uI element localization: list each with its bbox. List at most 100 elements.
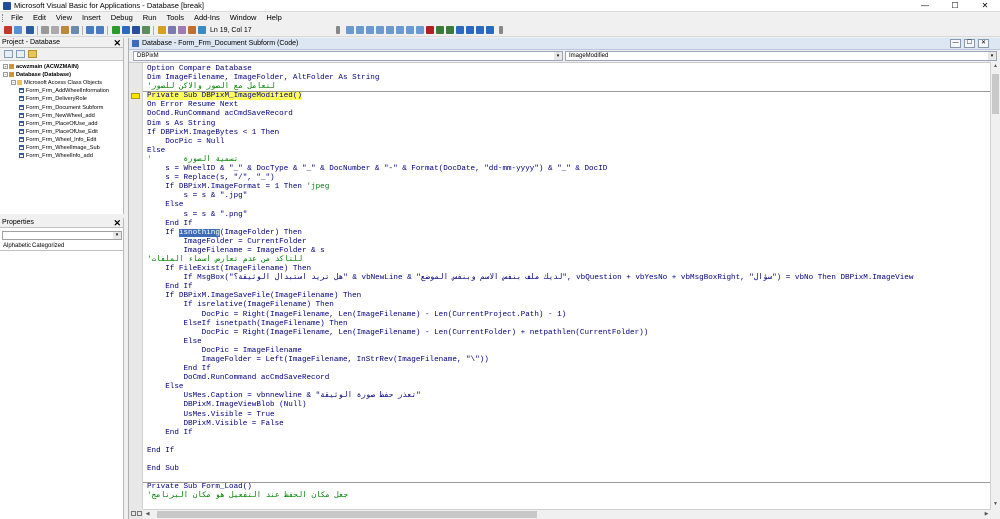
tree-item[interactable]: Form_Frm_Document Subform — [19, 105, 103, 112]
code-restore-button[interactable]: ☐ — [964, 39, 975, 48]
procedure-view-icon[interactable] — [131, 511, 136, 516]
scroll-up-icon[interactable]: ▲ — [991, 62, 1000, 71]
tree-item[interactable]: Form_Frm_WheelImage_Sub — [19, 145, 100, 152]
code-line: If DBPixM.ImageSaveFile(ImageFilename) T… — [147, 292, 991, 301]
menu-run[interactable]: Run — [139, 12, 161, 24]
tree-item-label: Form_Frm_AddWheelInformation — [26, 88, 110, 95]
scroll-right-icon[interactable]: ▶ — [982, 510, 991, 519]
undo-icon[interactable] — [86, 26, 94, 34]
next-bookmark-icon[interactable] — [466, 26, 474, 34]
help-icon[interactable] — [198, 26, 206, 34]
close-button[interactable]: ✕ — [970, 0, 1000, 12]
scrollbar-thumb[interactable] — [992, 74, 999, 114]
parameter-info-icon[interactable] — [386, 26, 394, 34]
breakpoint-margin[interactable] — [129, 63, 143, 509]
minimize-button[interactable]: — — [910, 0, 940, 12]
uncomment-block-icon[interactable] — [446, 26, 454, 34]
menu-add-ins[interactable]: Add-Ins — [190, 12, 224, 24]
clear-bookmarks-icon[interactable] — [486, 26, 494, 34]
tab-categorized[interactable]: Categorized — [30, 242, 66, 250]
scroll-down-icon[interactable]: ▼ — [991, 500, 1000, 509]
folder-icon — [17, 80, 22, 86]
complete-word-icon[interactable] — [396, 26, 404, 34]
indent-icon[interactable] — [406, 26, 414, 34]
object-dropdown[interactable]: DBPixM ▾ — [133, 51, 563, 61]
close-icon[interactable]: ✕ — [113, 38, 121, 48]
tree-item[interactable]: + acwzmain (ACWZMAIN) — [3, 64, 79, 71]
menu-file[interactable]: File — [7, 12, 27, 24]
break-icon[interactable] — [122, 26, 130, 34]
paste-icon[interactable] — [61, 26, 69, 34]
object-browser-icon[interactable] — [178, 26, 186, 34]
code-line: ImageFolder = Left(ImageFilename, InStrR… — [147, 356, 991, 365]
tree-item[interactable]: Form_Frm_WheelInfo_add — [19, 153, 93, 160]
tree-item[interactable]: Form_Frm_DeliveryRole — [19, 96, 87, 103]
view-access-icon[interactable] — [4, 26, 12, 34]
properties-window-icon[interactable] — [168, 26, 176, 34]
menu-edit[interactable]: Edit — [29, 12, 50, 24]
find-icon[interactable] — [71, 26, 79, 34]
comment-block-icon[interactable] — [436, 26, 444, 34]
cut-icon[interactable] — [41, 26, 49, 34]
toggle-folders-icon[interactable] — [28, 50, 37, 58]
outdent-icon[interactable] — [416, 26, 424, 34]
toggle-bookmark-icon[interactable] — [456, 26, 464, 34]
tree-item[interactable]: Form_Frm_Wheel_Info_Edit — [19, 137, 96, 144]
code-editor[interactable]: Option Compare Database Dim ImageFilename… — [129, 62, 991, 509]
properties-object-dropdown[interactable]: ▾ — [2, 231, 122, 240]
horizontal-scrollbar[interactable]: ◀ ▶ — [143, 509, 991, 519]
collapse-icon[interactable]: − — [3, 72, 8, 78]
code-line: Dim ImageFilename, ImageFolder, AltFolde… — [147, 74, 991, 83]
quick-info-icon[interactable] — [376, 26, 384, 34]
insert-module-icon[interactable] — [14, 26, 22, 34]
tree-item[interactable]: Form_Frm_AddWheelInformation — [19, 88, 109, 95]
view-code-icon[interactable] — [4, 50, 13, 58]
tree-item[interactable]: Form_Frm_PlaceOfUse_add — [19, 121, 98, 128]
expand-icon[interactable]: + — [3, 64, 8, 70]
vbe-window: Microsoft Visual Basic for Applications … — [0, 0, 1000, 519]
scrollbar-thumb[interactable] — [157, 511, 537, 518]
redo-icon[interactable] — [96, 26, 104, 34]
code-line: ImageFilename = ImageFolder & s — [147, 247, 991, 256]
code-line: s = WheelID & "_" & DocType & "_" & DocN… — [147, 165, 991, 174]
collapse-icon[interactable]: − — [11, 80, 16, 86]
tree-item[interactable]: Form_Frm_PlaceOfUse_Edit — [19, 129, 98, 136]
toggle-breakpoint-icon[interactable] — [426, 26, 434, 34]
save-icon[interactable] — [26, 26, 34, 34]
code-line: ElseIf isnetpath(ImageFilename) Then — [147, 320, 991, 329]
menu-debug[interactable]: Debug — [107, 12, 137, 24]
vertical-scrollbar[interactable]: ▲ ▼ — [990, 62, 1000, 509]
list-properties-icon[interactable] — [356, 26, 364, 34]
maximize-button[interactable]: ☐ — [940, 0, 970, 12]
chevron-down-icon: ▾ — [113, 232, 121, 239]
scroll-left-icon[interactable]: ◀ — [143, 510, 152, 519]
list-constants-icon[interactable] — [366, 26, 374, 34]
menu-tools[interactable]: Tools — [162, 12, 188, 24]
run-icon[interactable] — [112, 26, 120, 34]
menu-insert[interactable]: Insert — [78, 12, 105, 24]
design-mode-icon[interactable] — [142, 26, 150, 34]
view-object-icon[interactable] — [16, 50, 25, 58]
tree-item[interactable]: − Microsoft Access Class Objects — [11, 80, 102, 87]
project-explorer-icon[interactable] — [158, 26, 166, 34]
reset-icon[interactable] — [132, 26, 140, 34]
tab-alphabetic[interactable]: Alphabetic — [1, 242, 33, 250]
procedure-dropdown[interactable]: ImageModified ▾ — [565, 51, 997, 61]
full-module-view-icon[interactable] — [137, 511, 142, 516]
menu-window[interactable]: Window — [226, 12, 261, 24]
code-text: DoCmd.RunCommand acCmdSaveRecord — [147, 374, 330, 383]
close-icon[interactable]: ✕ — [113, 218, 121, 228]
tree-item[interactable]: Form_Frm_NewWheel_add — [19, 113, 95, 120]
menu-help[interactable]: Help — [262, 12, 285, 24]
code-minimize-button[interactable]: — — [950, 39, 961, 48]
tree-item[interactable]: − Database (Database) — [3, 72, 71, 79]
menu-view[interactable]: View — [52, 12, 76, 24]
toolbox-icon[interactable] — [188, 26, 196, 34]
toolbar-overflow-icon[interactable] — [336, 26, 340, 34]
edit-toolbar-icon[interactable] — [346, 26, 354, 34]
copy-icon[interactable] — [51, 26, 59, 34]
code-close-button[interactable]: ✕ — [978, 39, 989, 48]
code-comment: 'للتاكد من عدم تعارض اسماء الملفات — [147, 255, 303, 264]
toolbar-overflow-icon[interactable] — [499, 26, 503, 34]
previous-bookmark-icon[interactable] — [476, 26, 484, 34]
